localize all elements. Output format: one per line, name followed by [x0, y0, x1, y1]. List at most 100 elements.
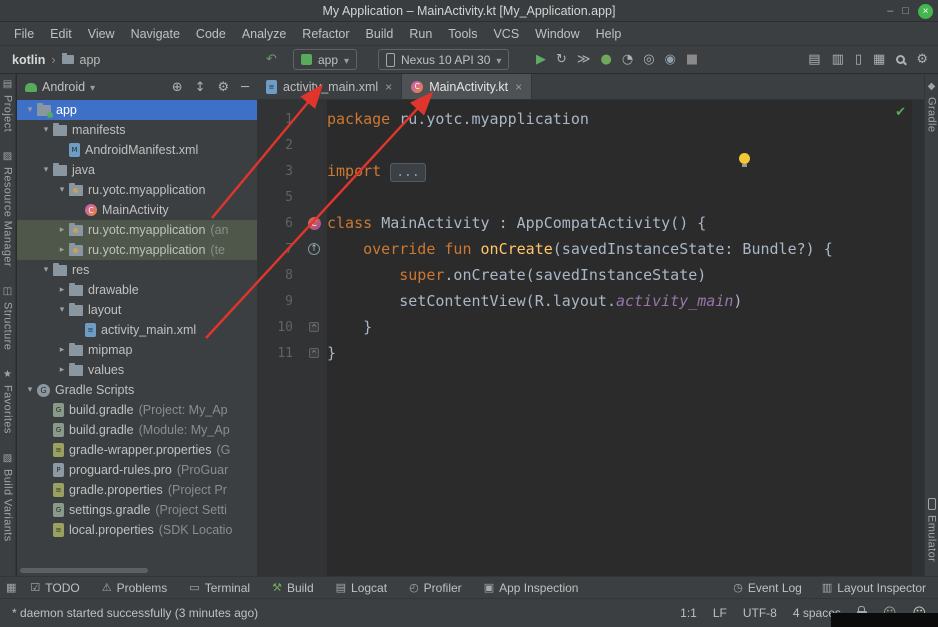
menu-item-help[interactable]: Help [588, 27, 630, 41]
profiler-icon[interactable]: ◔ [622, 53, 633, 66]
menu-item-tools[interactable]: Tools [440, 27, 485, 41]
tool-strip-item-gradle[interactable]: ◆ Gradle [926, 82, 938, 132]
tree-item-ru-yotc-myapplication[interactable]: ▸ru.yotc.myapplication(an [17, 220, 257, 240]
tree-item-proguard-rules-pro[interactable]: proguard-rules.pro(ProGuar [17, 460, 257, 480]
editor-tab-mainactivity-kt[interactable]: MainActivity.kt× [402, 74, 532, 99]
tree-item-app[interactable]: ▾app [17, 100, 257, 120]
locate-file-icon[interactable]: ⊕ [172, 81, 183, 94]
stop-icon[interactable]: ■ [686, 53, 698, 66]
expand-arrow-icon[interactable]: ▾ [23, 105, 37, 115]
expand-arrow-icon[interactable]: ▸ [55, 365, 69, 375]
tree-item-layout[interactable]: ▾layout [17, 300, 257, 320]
tool-window-button-todo[interactable]: ☑TODO [30, 581, 79, 595]
tree-item-mainactivity[interactable]: MainActivity [17, 200, 257, 220]
tool-strip-item-build-variants[interactable]: ▧Build Variants [2, 454, 14, 542]
settings-icon[interactable]: ⚙ [916, 53, 928, 66]
expand-arrow-icon[interactable]: ▾ [23, 385, 37, 395]
encoding-indicator[interactable]: UTF-8 [743, 606, 777, 620]
debug-icon[interactable]: ● [601, 53, 612, 66]
device-file-explorer-icon[interactable]: ▤ [808, 53, 820, 66]
hide-panel-icon[interactable]: ─ [241, 81, 249, 94]
tree-item-settings-gradle[interactable]: settings.gradle(Project Setti [17, 500, 257, 520]
expand-arrow-icon[interactable]: ▾ [39, 125, 53, 135]
editor-tab-activity-main-xml[interactable]: activity_main.xml× [257, 74, 402, 99]
tree-item-manifests[interactable]: ▾manifests [17, 120, 257, 140]
tree-item-gradle-wrapper-properties[interactable]: gradle-wrapper.properties(G [17, 440, 257, 460]
tool-window-button-problems[interactable]: ⚠Problems [102, 581, 168, 595]
apply-changes-icon[interactable]: ↻ [556, 53, 567, 66]
apply-code-changes-icon[interactable]: ≫ [577, 53, 591, 66]
override-gutter-icon[interactable]: ↑ [308, 243, 320, 255]
project-view-selector[interactable]: Android [42, 80, 85, 94]
tool-window-button-layout-inspector[interactable]: ▥Layout Inspector [822, 581, 926, 595]
coverage-icon[interactable]: ◎ [643, 53, 654, 66]
menu-item-view[interactable]: View [80, 27, 123, 41]
menu-item-vcs[interactable]: VCS [485, 27, 527, 41]
menu-item-edit[interactable]: Edit [42, 27, 80, 41]
tree-item-java[interactable]: ▾java [17, 160, 257, 180]
tool-strip-item-favorites[interactable]: ★Favorites [2, 370, 14, 434]
expand-arrow-icon[interactable]: ▸ [55, 225, 69, 235]
expand-arrow-icon[interactable]: ▾ [55, 185, 69, 195]
avd-manager-icon[interactable]: ▯ [855, 53, 862, 66]
fold-marker-icon[interactable]: ^ [309, 322, 319, 332]
inspections-ok-icon[interactable]: ✔ [895, 105, 906, 120]
tool-strip-item-emulator[interactable]: Emulator [926, 498, 938, 562]
close-tab-icon[interactable]: × [385, 80, 392, 94]
tool-window-button-app-inspection[interactable]: ▣App Inspection [484, 581, 579, 595]
tree-item-mipmap[interactable]: ▸mipmap [17, 340, 257, 360]
caret-position[interactable]: 1:1 [680, 606, 697, 620]
expand-arrow-icon[interactable]: ▸ [55, 345, 69, 355]
breadcrumb-kotlin[interactable]: kotlin [12, 53, 45, 67]
run-config-selector[interactable]: app [293, 49, 357, 70]
intention-bulb-icon[interactable] [739, 153, 750, 164]
tree-item-gradle-scripts[interactable]: ▾Gradle Scripts [17, 380, 257, 400]
tree-item-res[interactable]: ▾res [17, 260, 257, 280]
layout-inspector-icon[interactable]: ▥ [832, 53, 844, 66]
settings-gear-icon[interactable]: ⚙ [218, 81, 230, 94]
tree-item-values[interactable]: ▸values [17, 360, 257, 380]
line-separator-indicator[interactable]: LF [713, 606, 727, 620]
tree-item-build-gradle[interactable]: build.gradle(Project: My_Ap [17, 400, 257, 420]
tree-item-gradle-properties[interactable]: gradle.properties(Project Pr [17, 480, 257, 500]
menu-item-navigate[interactable]: Navigate [123, 27, 188, 41]
tool-strip-item-resource-manager[interactable]: ▨Resource Manager [2, 152, 14, 267]
tool-window-button-logcat[interactable]: ▤Logcat [336, 581, 387, 595]
scrollbar-thumb[interactable] [20, 568, 148, 573]
tree-item-local-properties[interactable]: local.properties(SDK Locatio [17, 520, 257, 540]
tool-strip-item-structure[interactable]: ◫Structure [2, 287, 14, 350]
run-icon[interactable]: ▶ [536, 53, 546, 66]
menu-item-code[interactable]: Code [188, 27, 234, 41]
class-gutter-icon[interactable]: C [308, 217, 321, 230]
editor-scrollbar[interactable] [912, 100, 924, 576]
device-selector[interactable]: Nexus 10 API 30 [378, 49, 509, 70]
attach-debugger-icon[interactable]: ◉ [665, 53, 676, 66]
tool-strip-item-project[interactable]: ▤Project [2, 80, 14, 132]
tree-item-build-gradle[interactable]: build.gradle(Module: My_Ap [17, 420, 257, 440]
editor-body[interactable]: 1package ru.yotc.myapplication23import .… [257, 100, 924, 576]
close-button[interactable]: × [918, 4, 933, 19]
horizontal-scrollbar[interactable] [17, 567, 257, 574]
tree-item-androidmanifest-xml[interactable]: AndroidManifest.xml [17, 140, 257, 160]
tree-item-drawable[interactable]: ▸drawable [17, 280, 257, 300]
menu-item-window[interactable]: Window [527, 27, 587, 41]
expand-arrow-icon[interactable]: ▾ [39, 265, 53, 275]
sdk-manager-icon[interactable]: ▦ [873, 53, 885, 66]
breadcrumb-app[interactable]: app [80, 53, 101, 67]
tool-window-button-profiler[interactable]: ◴Profiler [409, 581, 462, 595]
menu-item-build[interactable]: Build [358, 27, 402, 41]
expand-arrow-icon[interactable]: ▸ [55, 245, 69, 255]
tool-windows-icon[interactable]: ▦ [6, 582, 16, 593]
tree-item-ru-yotc-myapplication[interactable]: ▾ru.yotc.myapplication [17, 180, 257, 200]
menu-item-run[interactable]: Run [401, 27, 440, 41]
menu-item-analyze[interactable]: Analyze [234, 27, 294, 41]
close-tab-icon[interactable]: × [515, 80, 522, 94]
minimize-button[interactable]: – [887, 3, 893, 19]
fold-marker-icon[interactable]: ^ [309, 348, 319, 358]
tool-window-button-event-log[interactable]: ◷Event Log [733, 581, 802, 595]
expand-arrow-icon[interactable]: ▾ [39, 165, 53, 175]
menu-item-file[interactable]: File [6, 27, 42, 41]
tool-window-button-build[interactable]: ⚒Build [272, 581, 314, 595]
menu-item-refactor[interactable]: Refactor [294, 27, 357, 41]
tool-window-button-terminal[interactable]: ▭Terminal [189, 581, 250, 595]
